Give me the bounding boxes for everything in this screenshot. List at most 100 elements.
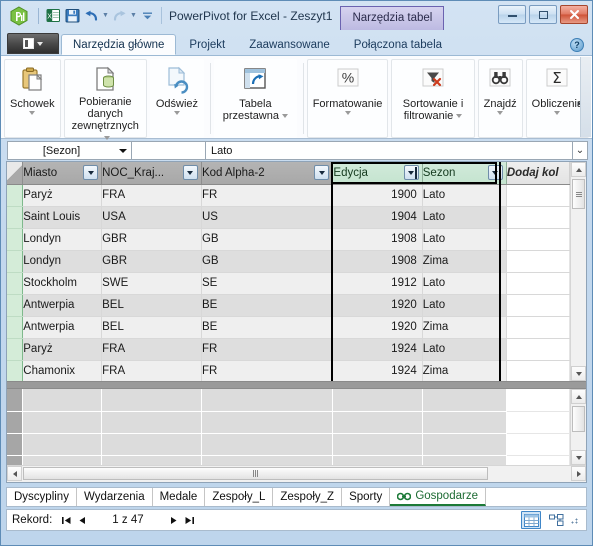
measure-cell[interactable] — [422, 411, 507, 434]
cell-edycja[interactable]: 1924 — [332, 338, 423, 361]
cell-sezon[interactable]: Lato — [422, 206, 507, 229]
chevron-down-icon[interactable] — [29, 111, 36, 115]
cell-noc-kraj[interactable]: FRA — [101, 360, 202, 381]
scroll-right-icon[interactable] — [571, 466, 586, 481]
cell-sezon[interactable]: Lato — [422, 338, 507, 361]
first-record-icon[interactable] — [58, 512, 74, 528]
data-view-icon[interactable] — [521, 511, 541, 529]
measure-row[interactable] — [7, 389, 571, 412]
chevron-down-icon[interactable] — [282, 114, 288, 119]
measure-cell[interactable] — [332, 433, 423, 456]
cell-miasto[interactable]: Londyn — [22, 250, 103, 273]
ribbon-group-formatowanie[interactable]: % Formatowanie — [306, 59, 389, 138]
measure-row[interactable] — [7, 411, 571, 434]
resize-grip-icon[interactable] — [571, 515, 581, 525]
measure-cell[interactable] — [506, 455, 571, 465]
cell-noc-kraj[interactable]: BEL — [101, 316, 202, 339]
cell-kod-alpha-2[interactable]: FR — [201, 338, 334, 361]
sheet-tab-gospodarze[interactable]: Gospodarze — [390, 488, 486, 506]
cell-kod-alpha-2[interactable]: FR — [201, 360, 334, 381]
row-selector[interactable] — [7, 250, 24, 273]
column-header-sezon[interactable]: Sezon — [422, 162, 507, 185]
scroll-up-icon[interactable] — [571, 162, 586, 177]
chevron-down-icon[interactable] — [554, 111, 561, 115]
measure-row[interactable] — [7, 455, 571, 465]
cell-miasto[interactable]: Chamonix — [22, 360, 103, 381]
cell-sezon[interactable]: Lato — [422, 228, 507, 251]
cell-miasto[interactable]: Stockholm — [22, 272, 103, 295]
cell-edycja[interactable]: 1904 — [332, 206, 423, 229]
redo-icon[interactable] — [110, 6, 129, 25]
column-header-miasto[interactable]: Miasto — [22, 162, 103, 185]
ribbon-group-pobieranie-danych[interactable]: Pobieranie danych zewnętrznych — [63, 59, 147, 141]
chevron-down-icon[interactable] — [103, 136, 110, 141]
cell-noc-kraj[interactable]: FRA — [101, 184, 202, 207]
measure-scroll-thumb[interactable] — [572, 406, 585, 432]
measure-cell[interactable] — [422, 455, 507, 465]
help-icon[interactable]: ? — [570, 38, 584, 52]
row-selector[interactable] — [7, 206, 24, 229]
measure-row-header[interactable] — [7, 411, 24, 434]
cell-noc-kraj[interactable]: FRA — [101, 338, 202, 361]
cell-miasto[interactable]: Paryż — [22, 184, 103, 207]
ribbon-group-tabela-przestawna[interactable]: Tabela przestawna — [213, 59, 297, 138]
cell-dodaj[interactable] — [506, 294, 571, 317]
measure-row-header[interactable] — [7, 433, 24, 456]
diagram-view-icon[interactable] — [546, 511, 566, 529]
cell-kod-alpha-2[interactable]: BE — [201, 316, 334, 339]
vertical-scrollbar[interactable] — [570, 162, 586, 381]
customize-qat-icon[interactable] — [138, 6, 157, 25]
file-menu-button[interactable] — [7, 33, 59, 54]
cell-kod-alpha-2[interactable]: FR — [201, 184, 334, 207]
cell-noc-kraj[interactable]: BEL — [101, 294, 202, 317]
ribbon-group-sortowanie-filtrowanie[interactable]: Sortowanie i filtrowanie — [391, 59, 475, 138]
table-row[interactable]: Saint Louis USA US 1904 Lato — [7, 206, 571, 229]
maximize-button[interactable] — [529, 5, 557, 24]
cell-noc-kraj[interactable]: SWE — [101, 272, 202, 295]
table-row[interactable]: Chamonix FRA FR 1924 Zima — [7, 360, 571, 381]
cell-miasto[interactable]: Antwerpia — [22, 294, 103, 317]
measure-cell[interactable] — [22, 455, 103, 465]
cell-dodaj[interactable] — [506, 272, 571, 295]
column-header-kod-alpha-2[interactable]: Kod Alpha-2 — [201, 162, 334, 185]
undo-dropdown-icon[interactable]: ▼ — [101, 6, 110, 25]
ribbon-scrollbar[interactable] — [580, 57, 591, 137]
filter-dropdown-kod-alpha-2-icon[interactable] — [314, 165, 330, 180]
table-row[interactable]: Paryż FRA FR 1900 Lato — [7, 184, 571, 207]
cell-dodaj[interactable] — [506, 250, 571, 273]
chevron-down-icon[interactable] — [456, 114, 463, 119]
row-selector[interactable] — [7, 228, 24, 251]
row-selector[interactable] — [7, 184, 24, 207]
cell-dodaj[interactable] — [506, 338, 571, 361]
column-header-noc-kraj[interactable]: NOC_Kraj... — [101, 162, 202, 185]
table-row[interactable]: Antwerpia BEL BE 1920 Zima — [7, 316, 571, 339]
last-record-icon[interactable] — [182, 512, 198, 528]
chevron-down-icon[interactable] — [173, 111, 180, 115]
table-row[interactable]: Antwerpia BEL BE 1920 Lato — [7, 294, 571, 317]
measure-row-header[interactable] — [7, 389, 24, 412]
measure-cell[interactable] — [201, 389, 334, 412]
scroll-left-icon[interactable] — [7, 466, 22, 481]
cell-kod-alpha-2[interactable]: GB — [201, 250, 334, 273]
measure-cell[interactable] — [422, 433, 507, 456]
horizontal-scrollbar[interactable] — [7, 465, 586, 482]
ribbon-group-schowek[interactable]: Schowek — [4, 59, 61, 138]
sheet-tab-sporty[interactable]: Sporty — [342, 488, 391, 506]
vertical-scroll-thumb[interactable] — [572, 179, 585, 209]
save-icon[interactable] — [63, 6, 82, 25]
cell-noc-kraj[interactable]: USA — [101, 206, 202, 229]
measure-cell[interactable] — [506, 389, 571, 412]
measure-cell[interactable] — [506, 433, 571, 456]
sheet-tab-zespoly-l[interactable]: Zespoły_L — [205, 488, 274, 506]
ribbon-group-znajdz[interactable]: Znajdź — [477, 59, 523, 138]
undo-icon[interactable] — [82, 6, 101, 25]
measure-cell[interactable] — [22, 411, 103, 434]
measure-cell[interactable] — [332, 389, 423, 412]
scroll-up-icon[interactable] — [571, 389, 586, 404]
cell-sezon[interactable]: Zima — [422, 360, 507, 381]
chevron-double-down-icon[interactable]: ⌄ — [573, 141, 588, 160]
cell-miasto[interactable]: Paryż — [22, 338, 103, 361]
tab-projekt[interactable]: Projekt — [178, 34, 236, 55]
cell-edycja[interactable]: 1908 — [332, 250, 423, 273]
tab-narzedzia-glowne[interactable]: Narzędzia główne — [61, 34, 177, 55]
